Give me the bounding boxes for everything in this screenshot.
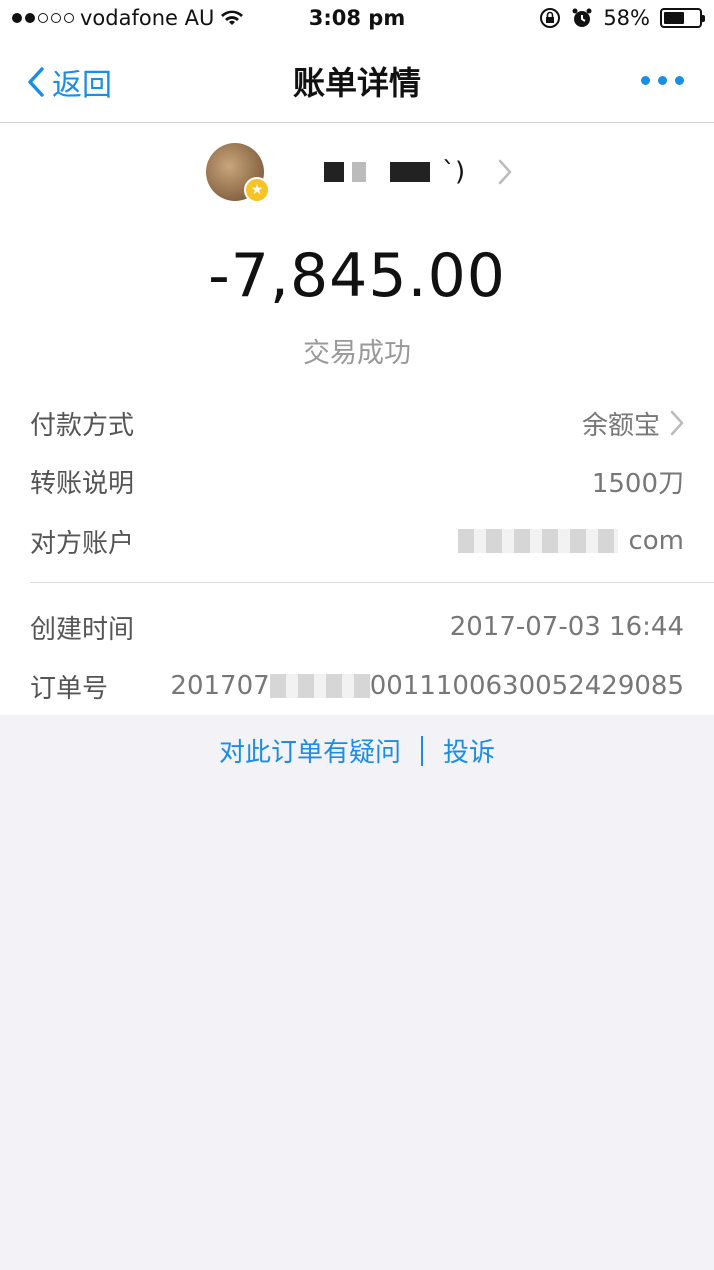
counterparty-account-label: 对方账户 — [30, 528, 135, 559]
bill-detail-card: ★ `) -7,845.00 交易成功 付款方式 余额宝 转账说明 1500刀 … — [0, 123, 714, 715]
account-masked — [458, 529, 619, 553]
order-number-masked — [269, 674, 370, 698]
status-bar: vodafone AU 3:08 pm 58% — [0, 0, 714, 40]
more-options-button[interactable] — [641, 76, 684, 85]
transaction-status: 交易成功 — [303, 338, 411, 369]
order-number-suffix: 0011100630052429085 — [369, 671, 684, 701]
transfer-note-row: 转账说明 1500刀 — [30, 461, 684, 501]
rotation-lock-icon — [540, 8, 561, 28]
alarm-icon — [572, 8, 592, 27]
complain-link[interactable]: 投诉 — [443, 732, 495, 769]
transfer-note-label: 转账说明 — [30, 468, 135, 499]
star-badge-icon: ★ — [244, 177, 270, 203]
payment-method-label: 付款方式 — [30, 410, 135, 441]
payee-name-suffix: `) — [442, 157, 466, 187]
navigation-bar: 返回 账单详情 — [0, 40, 714, 123]
created-time-row: 创建时间 2017-07-03 16:44 — [30, 607, 684, 647]
order-question-link[interactable]: 对此订单有疑问 — [219, 732, 401, 769]
payee-row[interactable]: ★ `) — [206, 143, 512, 203]
counterparty-account-row: 对方账户 com — [30, 521, 684, 561]
footer-links: 对此订单有疑问 投诉 — [0, 732, 714, 769]
created-time-value: 2017-07-03 16:44 — [449, 612, 684, 642]
account-value-suffix: com — [628, 526, 684, 556]
avatar: ★ — [206, 143, 270, 203]
payee-name-masked: `) — [324, 157, 474, 187]
transfer-note-value: 1500刀 — [591, 468, 684, 499]
link-separator — [421, 735, 423, 766]
payment-method-row[interactable]: 付款方式 余额宝 — [30, 403, 684, 443]
order-number-label: 订单号 — [30, 673, 109, 704]
order-number-prefix: 201707 — [170, 671, 270, 701]
battery-icon — [660, 8, 705, 28]
chevron-right-icon — [670, 410, 684, 436]
order-number-row: 订单号 201707 0011100630052429085 — [30, 666, 684, 706]
chevron-right-icon — [498, 159, 512, 185]
battery-fill — [664, 12, 684, 24]
created-time-label: 创建时间 — [30, 614, 135, 645]
payment-method-value: 余额宝 — [581, 410, 660, 441]
transaction-amount: -7,845.00 — [208, 241, 506, 311]
page-title: 账单详情 — [292, 64, 421, 102]
battery-percent: 58% — [603, 6, 650, 30]
status-right: 58% — [539, 6, 705, 30]
divider — [30, 582, 714, 583]
